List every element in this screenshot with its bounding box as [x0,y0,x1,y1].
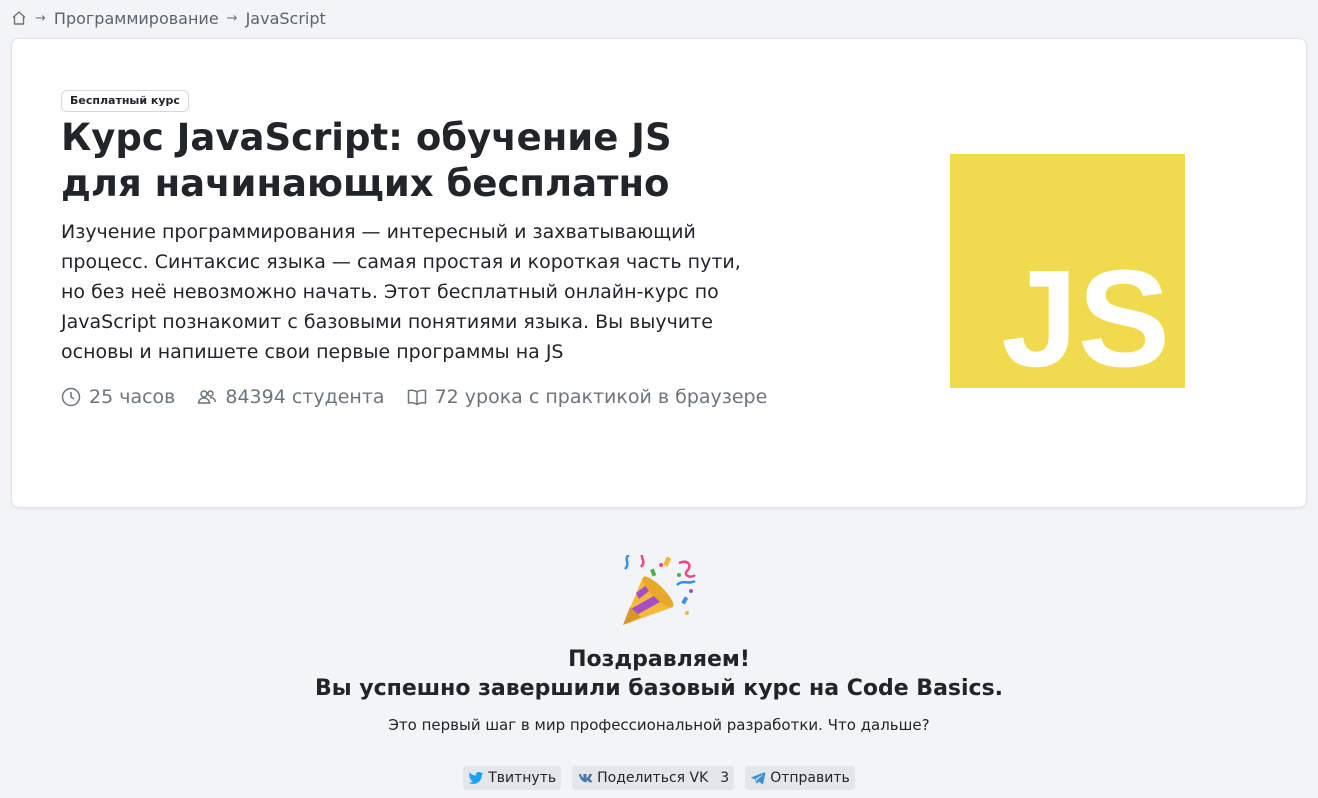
telegram-share-button[interactable]: Отправить [745,766,855,790]
course-title: Курс JavaScript: обучение JS для начинаю… [61,116,672,205]
breadcrumb: → Программирование → JavaScript [11,7,326,29]
course-card: Бесплатный курс Курс JavaScript: обучени… [11,38,1307,508]
breadcrumb-separator: → [35,10,46,26]
logo-text: JS [1001,242,1170,388]
students-value: 84394 студента [225,386,385,408]
course-stats: 25 часов 84394 студента 72 урока с практ… [61,383,767,411]
party-popper-icon [623,555,696,625]
vk-icon [578,774,593,783]
telegram-icon [751,772,766,785]
book-icon [407,389,426,406]
lessons-value: 72 урока с практикой в браузере [434,386,768,408]
vk-share-button[interactable]: Поделиться VK 3 [572,766,735,790]
congrats-heading: Поздравляем! [568,647,750,672]
breadcrumb-item-programming[interactable]: Программирование [54,9,219,28]
twitter-share-label: Твитнуть [488,770,557,786]
vk-share-label: Поделиться VK [597,770,709,786]
home-icon[interactable] [11,10,27,26]
breadcrumb-item-javascript[interactable]: JavaScript [246,9,326,28]
twitter-icon [468,772,484,784]
breadcrumb-separator: → [226,10,238,26]
users-icon [197,390,217,404]
twitter-share-button[interactable]: Твитнуть [463,766,562,790]
lessons-stat: 72 урока с практикой в браузере [407,386,768,408]
share-buttons: Твитнуть Поделиться VK 3 Отправить [0,766,1318,790]
clock-icon [61,387,81,407]
duration-value: 25 часов [89,386,176,408]
free-course-badge: Бесплатный курс [61,90,189,112]
duration-stat: 25 часов [61,386,175,408]
students-stat: 84394 студента [197,386,385,408]
telegram-share-label: Отправить [770,770,850,786]
congrats-message: Вы успешно завершили базовый курс на Cod… [314,676,1004,701]
javascript-logo: JS [950,154,1185,388]
vk-share-count: 3 [720,770,730,786]
course-description: Изучение программирования — интересный и… [61,221,741,363]
congratulations-section: Поздравляем! Вы успешно завершили базовы… [0,555,1318,735]
congrats-subtitle: Это первый шаг в мир профессиональной ра… [388,716,930,734]
